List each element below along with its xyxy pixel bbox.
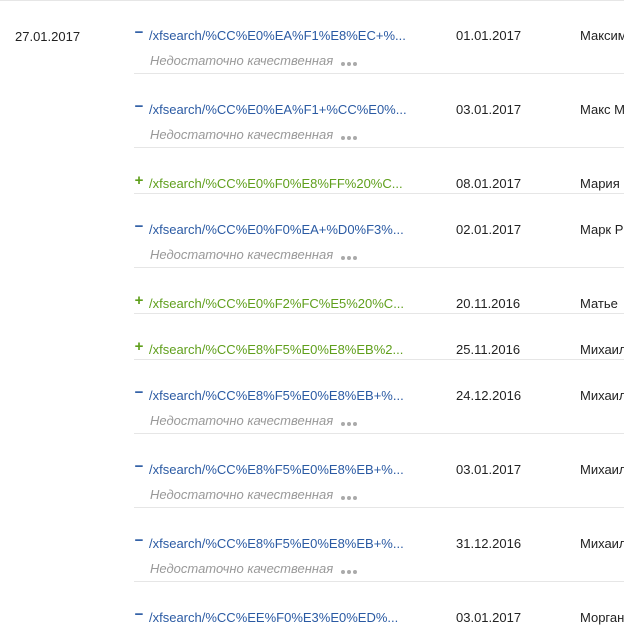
row-name: Михаил [580, 536, 624, 551]
list-item: + /xfsearch/%CC%E0%F0%E8%FF%20%C... 08.0… [134, 148, 624, 194]
url-link[interactable]: /xfsearch/%CC%E8%F5%E0%E8%EB%2... [149, 342, 403, 357]
quality-note: Недостаточно качественная [150, 247, 359, 263]
more-icon[interactable] [341, 562, 359, 577]
row-date: 31.12.2016 [456, 536, 522, 551]
row-name: Михаил [580, 388, 624, 403]
collapse-toggle[interactable]: − [134, 25, 144, 40]
list-item: − /xfsearch/%CC%E0%EA%F1%E8%EC+%... Недо… [134, 0, 624, 74]
quality-note: Недостаточно качественная [150, 127, 359, 143]
row-name: Макс М [580, 102, 624, 117]
expand-toggle[interactable]: + [134, 173, 144, 188]
url-link[interactable]: /xfsearch/%CC%E0%F2%FC%E5%20%C... [149, 296, 404, 311]
url-link[interactable]: /xfsearch/%CC%E8%F5%E0%E8%EB+%... [149, 388, 404, 403]
row-name: Мария [580, 176, 620, 191]
row-name: Морган [580, 610, 624, 625]
more-icon[interactable] [341, 248, 359, 263]
row-date: 08.01.2017 [456, 176, 522, 191]
list-item: + /xfsearch/%CC%E0%F2%FC%E5%20%C... 20.1… [134, 268, 624, 314]
list-item: − /xfsearch/%CC%EE%F0%E3%E0%ED%... 03.01… [134, 582, 624, 627]
collapse-toggle[interactable]: − [134, 533, 144, 548]
row-date: 03.01.2017 [456, 610, 522, 625]
list-item: − /xfsearch/%CC%E0%F0%EA+%D0%F3%... Недо… [134, 194, 624, 268]
url-link[interactable]: /xfsearch/%CC%E8%F5%E0%E8%EB+%... [149, 536, 404, 551]
row-date: 24.12.2016 [456, 388, 522, 403]
collapse-toggle[interactable]: − [134, 607, 144, 622]
url-link[interactable]: /xfsearch/%CC%E0%F0%E8%FF%20%C... [149, 176, 403, 191]
row-name: Михаил [580, 342, 624, 357]
collapse-toggle[interactable]: − [134, 219, 144, 234]
more-icon[interactable] [341, 54, 359, 69]
row-date: 02.01.2017 [456, 222, 522, 237]
row-name: Михаил [580, 462, 624, 477]
collapse-toggle[interactable]: − [134, 99, 144, 114]
row-name: Максим [580, 28, 624, 43]
expand-toggle[interactable]: + [134, 293, 144, 308]
url-list: − /xfsearch/%CC%E0%EA%F1%E8%EC+%... Недо… [134, 0, 624, 627]
collapse-toggle[interactable]: − [134, 385, 144, 400]
row-date: 20.11.2016 [456, 296, 521, 311]
url-link[interactable]: /xfsearch/%CC%EE%F0%E3%E0%ED%... [149, 610, 398, 625]
url-link[interactable]: /xfsearch/%CC%E0%F0%EA+%D0%F3%... [149, 222, 404, 237]
row-date: 25.11.2016 [456, 342, 521, 357]
row-date: 03.01.2017 [456, 462, 522, 477]
list-item: − /xfsearch/%CC%E8%F5%E0%E8%EB+%... Недо… [134, 360, 624, 434]
quality-note: Недостаточно качественная [150, 413, 359, 429]
list-item: + /xfsearch/%CC%E8%F5%E0%E8%EB%2... 25.1… [134, 314, 624, 360]
url-link[interactable]: /xfsearch/%CC%E8%F5%E0%E8%EB+%... [149, 462, 404, 477]
list-item: − /xfsearch/%CC%E0%EA%F1+%CC%E0%... Недо… [134, 74, 624, 148]
quality-note: Недостаточно качественная [150, 53, 359, 69]
more-icon[interactable] [341, 128, 359, 143]
row-name: Матье [580, 296, 618, 311]
collapse-toggle[interactable]: − [134, 459, 144, 474]
url-link[interactable]: /xfsearch/%CC%E0%EA%F1%E8%EC+%... [149, 28, 406, 43]
url-link[interactable]: /xfsearch/%CC%E0%EA%F1+%CC%E0%... [149, 102, 407, 117]
list-item: − /xfsearch/%CC%E8%F5%E0%E8%EB+%... Недо… [134, 508, 624, 582]
more-icon[interactable] [341, 488, 359, 503]
expand-toggle[interactable]: + [134, 339, 144, 354]
row-date: 03.01.2017 [456, 102, 522, 117]
row-name: Марк Р [580, 222, 624, 237]
more-icon[interactable] [341, 414, 359, 429]
row-date: 01.01.2017 [456, 28, 522, 43]
list-item: − /xfsearch/%CC%E8%F5%E0%E8%EB+%... Недо… [134, 434, 624, 508]
quality-note: Недостаточно качественная [150, 561, 359, 577]
group-date: 27.01.2017 [15, 29, 81, 44]
quality-note: Недостаточно качественная [150, 487, 359, 503]
